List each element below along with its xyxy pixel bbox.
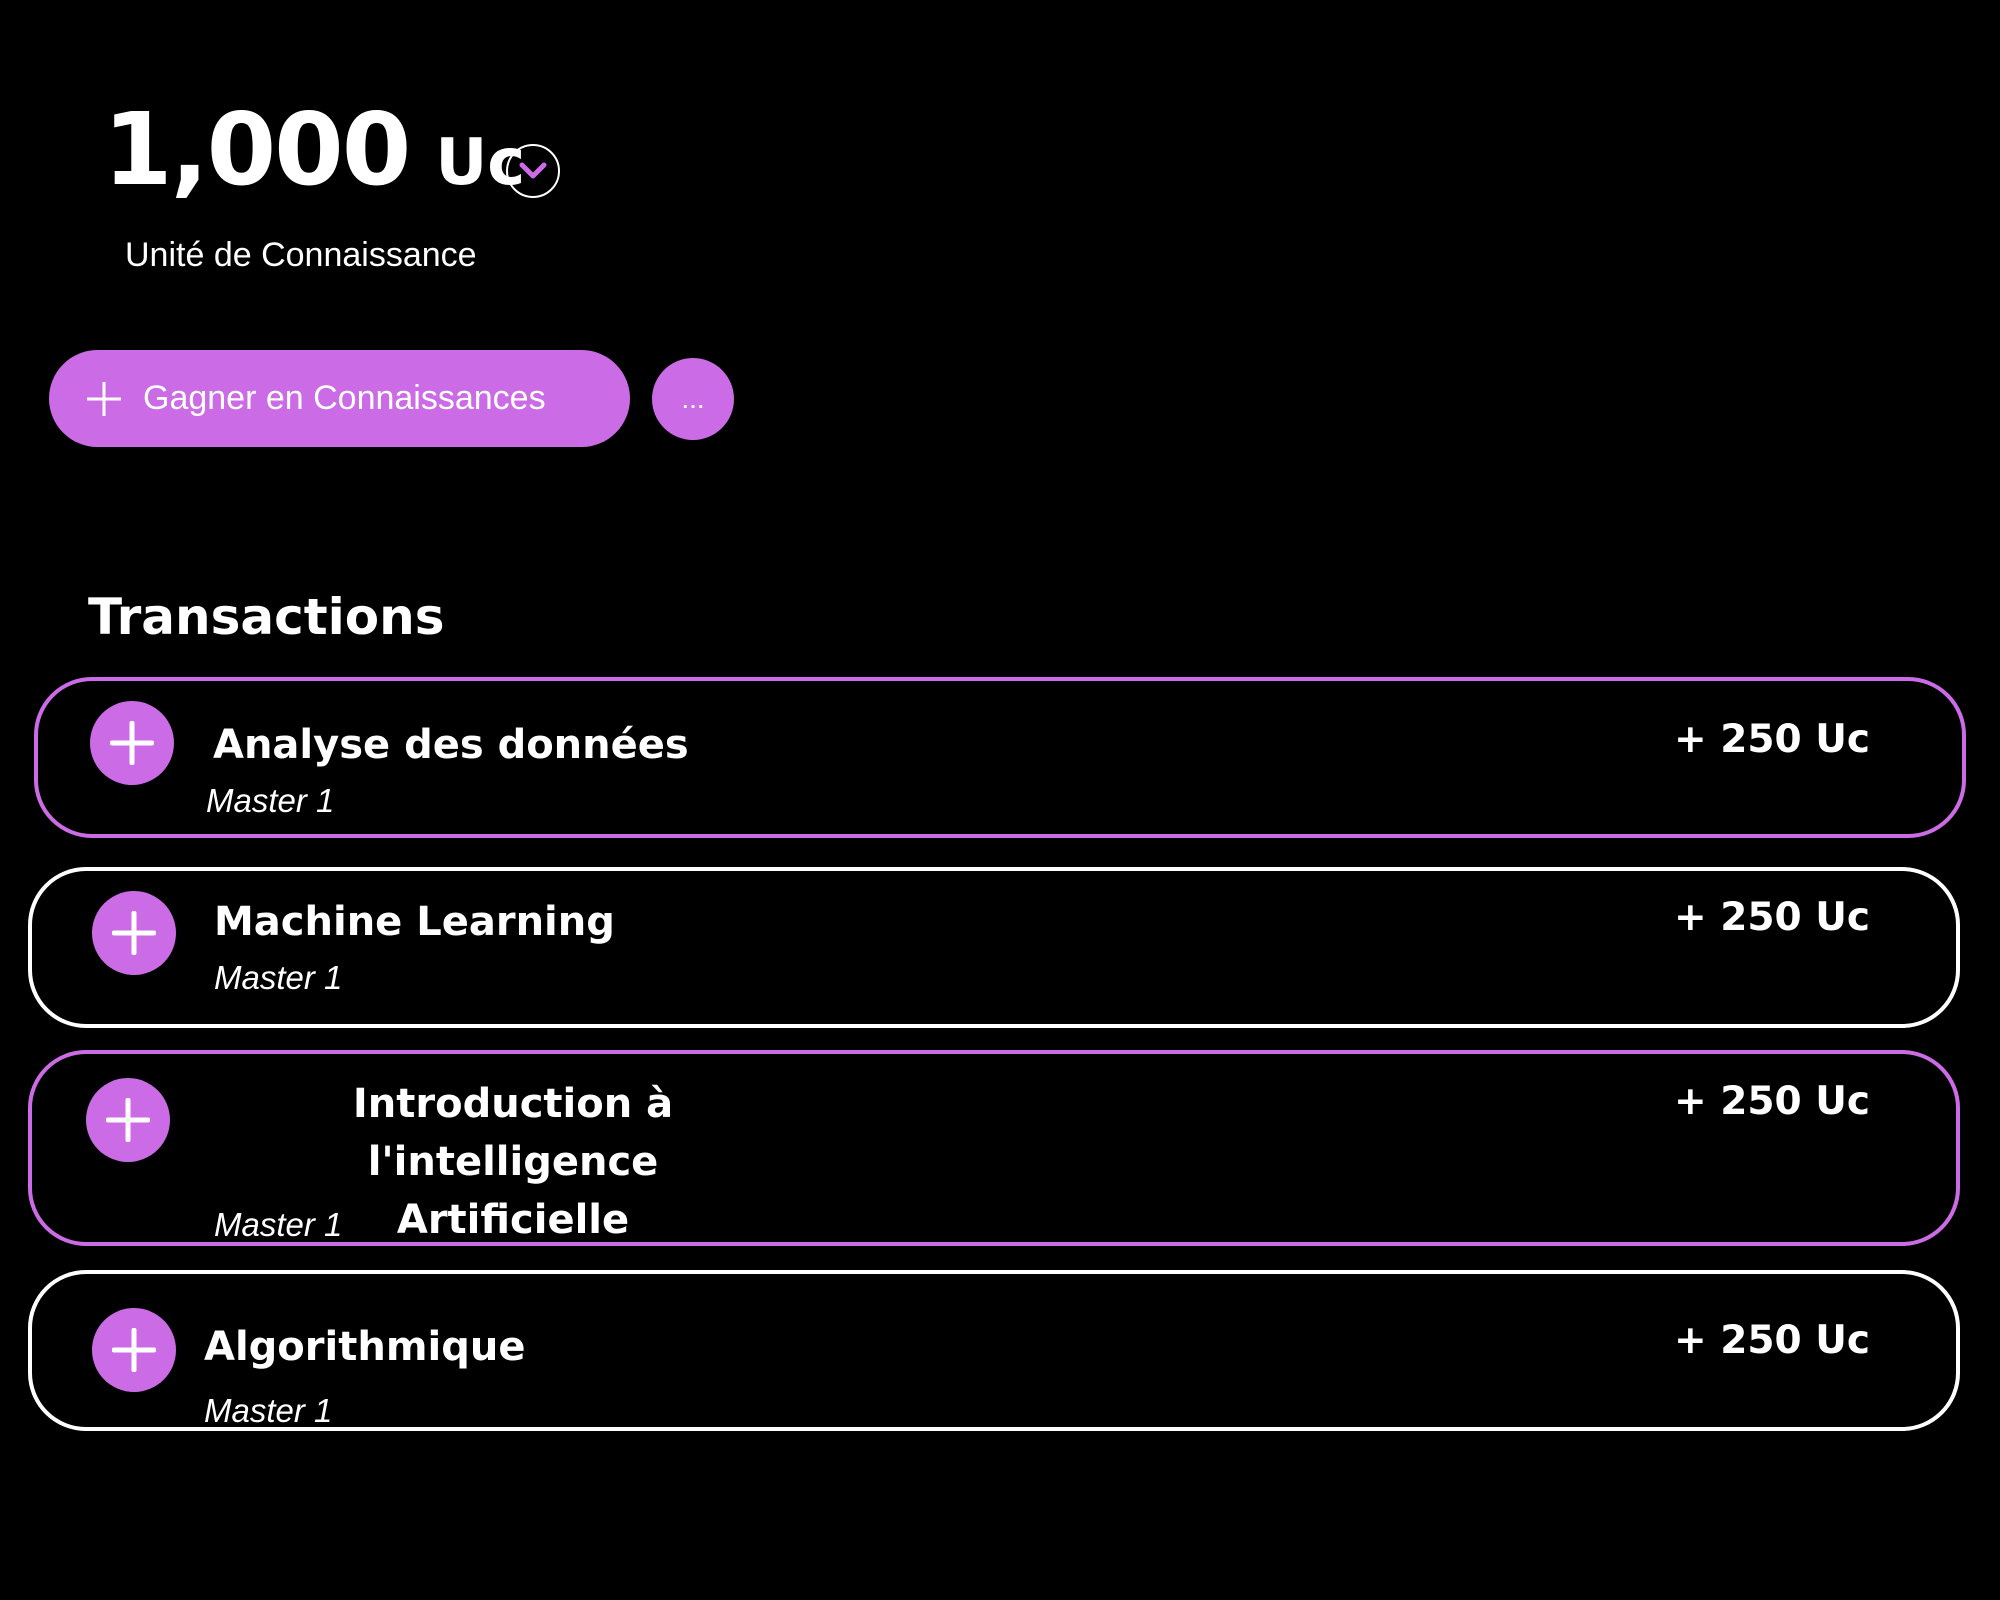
transaction-level: Master 1 [214, 959, 343, 996]
balance-subtitle: Unité de Connaissance [125, 236, 477, 274]
add-transaction-button[interactable] [86, 1078, 170, 1162]
plus-icon [87, 381, 121, 416]
plus-icon [112, 911, 156, 955]
transaction-card[interactable]: Machine Learning Master 1 + 250 Uc [28, 867, 1960, 1028]
plus-icon [106, 1098, 150, 1142]
transaction-title: Algorithmique [204, 1324, 526, 1370]
add-transaction-button[interactable] [90, 701, 174, 785]
balance-row: 1,000 Uc [103, 100, 525, 200]
transaction-level: Master 1 [206, 782, 335, 819]
transaction-amount: + 250 Uc [1673, 1318, 1870, 1363]
add-transaction-button[interactable] [92, 891, 176, 975]
transaction-level: Master 1 [204, 1392, 333, 1429]
chevron-down-icon [519, 162, 547, 179]
plus-icon [112, 1328, 156, 1372]
transaction-amount: + 250 Uc [1673, 895, 1870, 940]
transaction-title-line-1: Introduction à l'intelligence [352, 1081, 674, 1185]
add-transaction-button[interactable] [92, 1308, 176, 1392]
transaction-amount: + 250 Uc [1673, 717, 1870, 762]
transaction-level: Master 1 [214, 1206, 343, 1243]
plus-icon [110, 721, 154, 765]
transaction-card[interactable]: Introduction à l'intelligence Artificiel… [28, 1050, 1960, 1246]
transaction-card[interactable]: Analyse des données Master 1 + 250 Uc [34, 677, 1966, 838]
transaction-amount: + 250 Uc [1673, 1079, 1870, 1124]
transaction-title: Analyse des données [213, 722, 689, 768]
gain-knowledge-label: Gagner en Connaissances [143, 379, 546, 417]
gain-knowledge-button[interactable]: Gagner en Connaissances [49, 350, 630, 447]
balance-dropdown-button[interactable] [506, 144, 560, 198]
more-options-button[interactable]: ... [652, 358, 734, 440]
balance-amount: 1,000 [103, 91, 411, 208]
transaction-title: Machine Learning [214, 899, 615, 945]
transactions-title: Transactions [88, 588, 445, 646]
transaction-card[interactable]: Algorithmique Master 1 + 250 Uc [28, 1270, 1960, 1431]
